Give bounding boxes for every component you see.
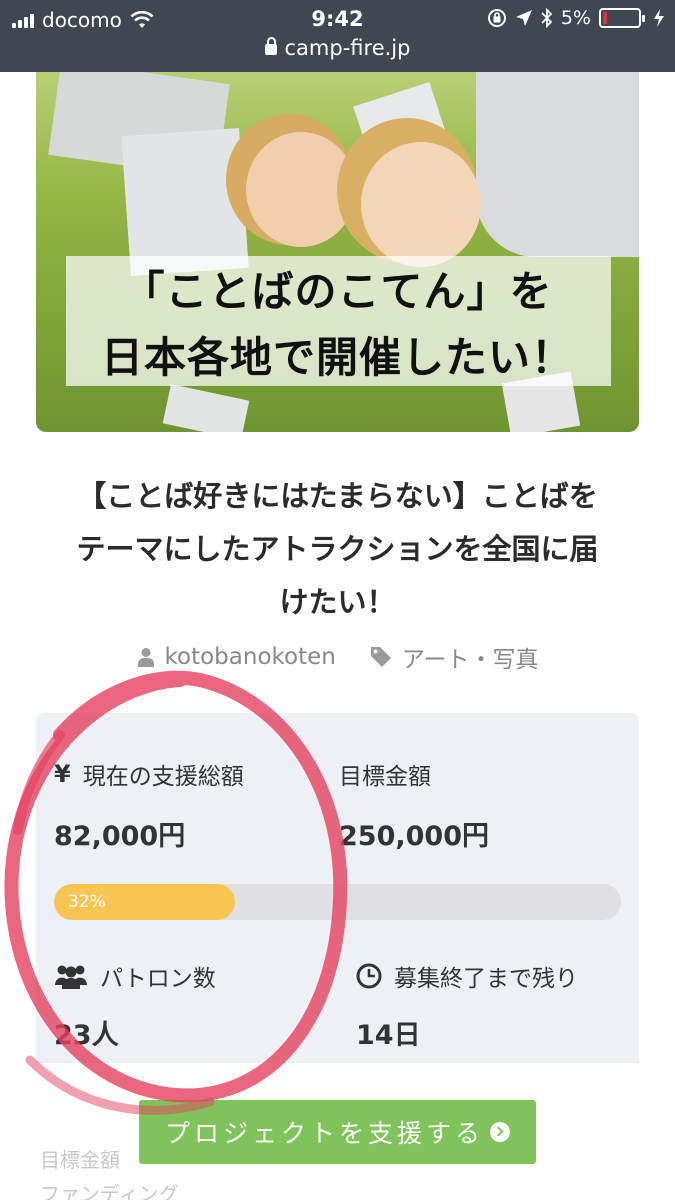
support-project-label: プロジェクトを支援する bbox=[164, 1119, 484, 1148]
hero-headline-line2: 日本各地で開催したい！ bbox=[100, 333, 574, 382]
current-amount-label-text: 現在の支援総額 bbox=[82, 764, 244, 790]
project-title-line: けたい！ bbox=[279, 585, 396, 619]
clock-icon bbox=[356, 963, 382, 989]
lock-icon bbox=[264, 36, 277, 55]
remaining-label-text: 募集終了まで残り bbox=[394, 966, 578, 992]
project-hero-image[interactable]: 「ことばのこてん」を 日本各地で開催したい！ bbox=[36, 72, 639, 432]
author-link[interactable]: kotobanokoten bbox=[137, 640, 336, 674]
location-icon bbox=[515, 10, 532, 26]
support-project-button[interactable]: プロジェクトを支援する bbox=[139, 1100, 536, 1164]
battery-percent: 5% bbox=[560, 7, 591, 29]
patrons-label: パトロン数 bbox=[54, 959, 216, 993]
project-title-line: テーマにしたアトラクションを全国に届 bbox=[76, 532, 599, 566]
charging-icon bbox=[654, 9, 664, 27]
url-domain: camp-fire.jp bbox=[284, 36, 411, 60]
arrow-right-circle-icon bbox=[490, 1122, 510, 1142]
users-icon bbox=[54, 965, 88, 989]
footer-peek-text: 目標金額 ファンディング bbox=[40, 1143, 179, 1200]
hero-card-shape bbox=[476, 72, 639, 257]
patrons-value: 23人 bbox=[54, 1020, 119, 1051]
category-link[interactable]: アート・写真 bbox=[370, 640, 539, 674]
remaining-value: 14日 bbox=[356, 1020, 421, 1051]
footer-peek-line: 目標金額 bbox=[40, 1148, 120, 1172]
current-amount-label: ¥ 現在の支援総額 bbox=[54, 757, 244, 791]
patrons-label-text: パトロン数 bbox=[100, 966, 216, 992]
category-name: アート・写真 bbox=[401, 647, 539, 673]
funding-stats: ¥ 現在の支援総額 目標金額 82,000円 250,000円 32% パトロン… bbox=[36, 713, 639, 1073]
rotation-lock-icon bbox=[487, 9, 506, 27]
status-bar: docomo 9:42 5% bbox=[0, 0, 675, 38]
goal-amount-label: 目標金額 bbox=[339, 757, 431, 791]
browser-topbar: docomo 9:42 5% camp-fire.jp bbox=[0, 0, 675, 72]
funding-progress-bar: 32% bbox=[54, 884, 621, 920]
progress-percent: 32% bbox=[68, 892, 106, 912]
goal-amount-value: 250,000円 bbox=[339, 821, 489, 852]
bluetooth-icon bbox=[541, 8, 553, 28]
project-title: 【ことば好きにはたまらない】ことばを テーマにしたアトラクションを全国に届 けた… bbox=[40, 470, 635, 629]
hero-face-shape bbox=[361, 142, 481, 267]
goal-amount-label-text: 目標金額 bbox=[339, 764, 431, 790]
current-amount-value: 82,000円 bbox=[54, 821, 186, 852]
battery-icon bbox=[599, 8, 645, 28]
progress-fill: 32% bbox=[54, 884, 236, 920]
tag-icon bbox=[370, 647, 391, 667]
remaining-label: 募集終了まで残り bbox=[356, 959, 578, 993]
footer-peek-line: ファンディング bbox=[40, 1182, 179, 1200]
url-bar[interactable]: camp-fire.jp bbox=[0, 36, 675, 60]
hero-face-shape bbox=[246, 132, 356, 247]
project-meta: kotobanokoten アート・写真 bbox=[0, 640, 675, 674]
hero-headline-line1: 「ことばのこてん」を bbox=[122, 267, 553, 316]
author-name: kotobanokoten bbox=[164, 644, 336, 670]
status-right: 5% bbox=[487, 7, 665, 29]
hero-card-shape bbox=[121, 128, 249, 276]
project-title-line: 【ことば好きにはたまらない】ことばを bbox=[77, 479, 598, 513]
yen-icon: ¥ bbox=[54, 760, 71, 788]
hero-card-shape bbox=[162, 384, 250, 432]
user-icon bbox=[137, 648, 154, 667]
